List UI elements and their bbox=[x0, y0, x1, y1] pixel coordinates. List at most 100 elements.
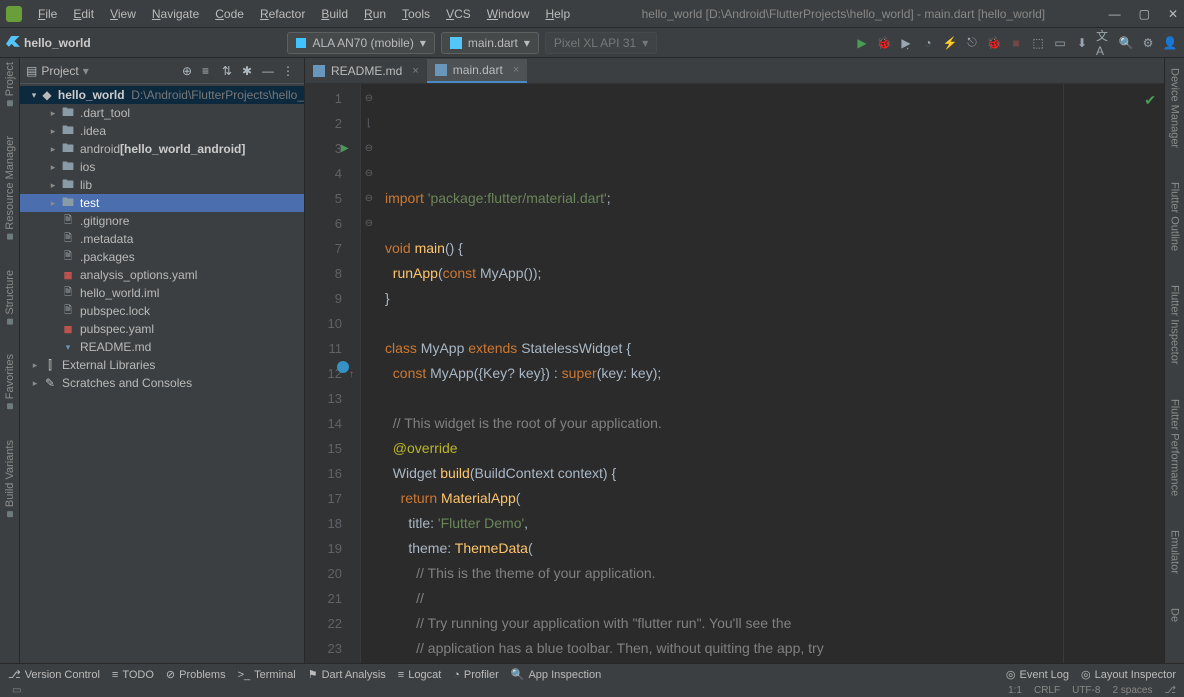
encoding[interactable]: UTF-8 bbox=[1072, 685, 1100, 697]
menu-tools[interactable]: Tools bbox=[394, 7, 438, 21]
menu-navigate[interactable]: Navigate bbox=[144, 7, 207, 21]
tree-item[interactable]: ▸🖿android [hello_world_android] bbox=[20, 140, 304, 158]
tree-item[interactable]: 🗎.metadata bbox=[20, 230, 304, 248]
inspection-ok-icon[interactable]: ✔ bbox=[1144, 88, 1156, 113]
settings-icon[interactable]: ✱ bbox=[242, 64, 258, 78]
debug-icon[interactable]: 🐞 bbox=[876, 35, 892, 51]
left-tool-favorites[interactable]: Favorites bbox=[4, 354, 16, 409]
right-tool-de[interactable]: De bbox=[1169, 604, 1181, 622]
attach-icon[interactable]: ⎋ bbox=[964, 35, 980, 51]
left-tool-structure[interactable]: Structure bbox=[4, 270, 16, 325]
stop-icon[interactable]: ■ bbox=[1008, 35, 1024, 51]
bottom-version-control[interactable]: ⎇Version Control bbox=[8, 668, 100, 681]
menu-file[interactable]: File bbox=[30, 7, 65, 21]
menu-edit[interactable]: Edit bbox=[65, 7, 102, 21]
right-tool-emulator[interactable]: Emulator bbox=[1169, 526, 1181, 574]
gutter[interactable]: ▶ ↑ 123456789101112131415161718192021222… bbox=[305, 84, 361, 663]
search-icon[interactable]: 🔍 bbox=[1118, 35, 1134, 51]
bottom-layout-inspector[interactable]: ◎Layout Inspector bbox=[1081, 668, 1176, 681]
menu-refactor[interactable]: Refactor bbox=[252, 7, 313, 21]
tree-item[interactable]: ▸🖿test bbox=[20, 194, 304, 212]
sidebar-title[interactable]: Project bbox=[41, 64, 78, 78]
right-tool-device-manager[interactable]: Device Manager bbox=[1169, 64, 1181, 148]
menu-run[interactable]: Run bbox=[356, 7, 394, 21]
avd-icon[interactable]: ▭ bbox=[1052, 35, 1068, 51]
dropdown-icon[interactable]: ▾ bbox=[83, 64, 89, 78]
menu-code[interactable]: Code bbox=[207, 7, 252, 21]
tree-item[interactable]: ▸🖿lib bbox=[20, 176, 304, 194]
hot-reload-icon[interactable]: ⚡ bbox=[942, 35, 958, 51]
left-tool-build-variants[interactable]: Build Variants bbox=[4, 440, 16, 517]
tree-item[interactable]: ▸⫿External Libraries bbox=[20, 356, 304, 374]
tree-item[interactable]: ▸✎Scratches and Consoles bbox=[20, 374, 304, 392]
collapse-icon[interactable]: ⇅ bbox=[222, 64, 238, 78]
override-gutter-icon[interactable] bbox=[337, 361, 349, 373]
tree-item[interactable]: ▸🖿.dart_tool bbox=[20, 104, 304, 122]
menu-view[interactable]: View bbox=[102, 7, 144, 21]
breadcrumb[interactable]: hello_world bbox=[24, 36, 91, 50]
sync-icon[interactable]: 文A bbox=[1096, 35, 1112, 51]
bottom-dart-analysis[interactable]: ⚑Dart Analysis bbox=[308, 668, 386, 681]
flutter-attach-icon[interactable]: 🐞 bbox=[986, 35, 1002, 51]
close-icon[interactable]: ✕ bbox=[1168, 7, 1178, 21]
tree-item[interactable]: 🗎pubspec.lock bbox=[20, 302, 304, 320]
fold-column[interactable]: ⊖⌊⊖⊖⊖⊖ bbox=[361, 84, 377, 663]
implements-gutter-icon[interactable]: ↑ bbox=[349, 362, 354, 387]
tree-item[interactable]: ▸🖿ios bbox=[20, 158, 304, 176]
tree-item[interactable]: ▾README.md bbox=[20, 338, 304, 356]
emulator-selector[interactable]: Pixel XL API 31▾ bbox=[545, 32, 657, 54]
bottom-terminal[interactable]: >_Terminal bbox=[238, 669, 296, 681]
caret-position[interactable]: 1:1 bbox=[1008, 685, 1022, 697]
code-editor[interactable]: ✔ import 'package:flutter/material.dart'… bbox=[377, 84, 1164, 663]
right-tool-flutter-performance[interactable]: Flutter Performance bbox=[1169, 395, 1181, 496]
left-tool-project[interactable]: Project bbox=[4, 62, 16, 106]
android-studio-icon bbox=[6, 6, 22, 22]
bottom-logcat[interactable]: ≡Logcat bbox=[398, 669, 441, 681]
maximize-icon[interactable]: ▢ bbox=[1139, 7, 1150, 21]
close-tab-icon[interactable]: × bbox=[412, 65, 418, 77]
more-icon[interactable]: ⋮ bbox=[282, 64, 298, 78]
user-icon[interactable]: 👤 bbox=[1162, 35, 1178, 51]
indent[interactable]: 2 spaces bbox=[1112, 685, 1152, 697]
menu-window[interactable]: Window bbox=[479, 7, 538, 21]
menu-vcs[interactable]: VCS bbox=[438, 7, 479, 21]
menu-build[interactable]: Build bbox=[313, 7, 356, 21]
menu-help[interactable]: Help bbox=[537, 7, 578, 21]
run-config-selector[interactable]: main.dart▾ bbox=[441, 32, 539, 54]
bottom-app-inspection[interactable]: 🔍App Inspection bbox=[511, 668, 601, 681]
line-ending[interactable]: CRLF bbox=[1034, 685, 1060, 697]
tree-item[interactable]: 🗎hello_world.iml bbox=[20, 284, 304, 302]
bottom-todo[interactable]: ≡TODO bbox=[112, 669, 154, 681]
bottom-profiler[interactable]: ◔Profiler bbox=[453, 669, 499, 681]
project-tree[interactable]: ▾◆hello_world D:\Android\FlutterProjects… bbox=[20, 84, 304, 663]
select-opened-icon[interactable]: ⊕ bbox=[182, 64, 198, 78]
run-gutter-icon[interactable]: ▶ bbox=[341, 136, 349, 161]
right-tool-flutter-inspector[interactable]: Flutter Inspector bbox=[1169, 281, 1181, 364]
tab-main.dart[interactable]: main.dart× bbox=[427, 59, 527, 83]
tab-README.md[interactable]: README.md× bbox=[305, 59, 427, 83]
bottom-event-log[interactable]: ◎Event Log bbox=[1006, 668, 1069, 681]
profile-icon[interactable]: ◔ bbox=[920, 35, 936, 51]
tree-item[interactable]: ▾◆hello_world D:\Android\FlutterProjects… bbox=[20, 86, 304, 104]
left-tool-resource-manager[interactable]: Resource Manager bbox=[4, 136, 16, 240]
coverage-icon[interactable]: ▶̣ bbox=[898, 35, 914, 51]
close-tab-icon[interactable]: × bbox=[513, 64, 519, 76]
bottom-problems[interactable]: ⊘Problems bbox=[166, 668, 226, 681]
device-selector[interactable]: ALA AN70 (mobile)▾ bbox=[287, 32, 434, 54]
tree-item[interactable]: 🗎.packages bbox=[20, 248, 304, 266]
devtools-icon[interactable]: ⬚ bbox=[1030, 35, 1046, 51]
tree-item[interactable]: ▸🖿.idea bbox=[20, 122, 304, 140]
minimize-icon[interactable]: — bbox=[1109, 7, 1121, 21]
expand-icon[interactable]: ≡ bbox=[202, 64, 218, 78]
tree-item[interactable]: 🗎.gitignore bbox=[20, 212, 304, 230]
sdk-icon[interactable]: ⬇ bbox=[1074, 35, 1090, 51]
notifications-icon[interactable]: ▭ bbox=[12, 685, 21, 697]
tree-item[interactable]: ▦analysis_options.yaml bbox=[20, 266, 304, 284]
run-icon[interactable]: ▶ bbox=[854, 35, 870, 51]
hide-icon[interactable]: — bbox=[262, 64, 278, 78]
tree-item[interactable]: ▦pubspec.yaml bbox=[20, 320, 304, 338]
toolbar: hello_world ALA AN70 (mobile)▾ main.dart… bbox=[0, 28, 1184, 58]
right-tool-flutter-outline[interactable]: Flutter Outline bbox=[1169, 178, 1181, 251]
git-branch[interactable]: ⎇ bbox=[1164, 685, 1176, 697]
settings-icon[interactable]: ⚙ bbox=[1140, 35, 1156, 51]
